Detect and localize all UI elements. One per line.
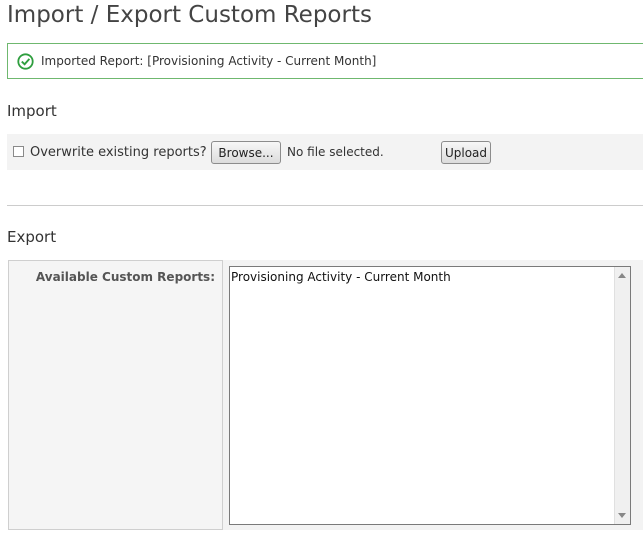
scroll-up-icon[interactable] bbox=[618, 273, 626, 278]
import-row: Overwrite existing reports? Browse... No… bbox=[7, 134, 643, 170]
available-reports-label: Available Custom Reports: bbox=[35, 270, 215, 284]
success-notice: Imported Report: [Provisioning Activity … bbox=[7, 43, 643, 79]
listbox-scrollbar[interactable] bbox=[614, 267, 630, 524]
export-field-cell: Provisioning Activity - Current Month bbox=[223, 260, 643, 530]
overwrite-checkbox[interactable] bbox=[13, 146, 24, 157]
success-message: Imported Report: [Provisioning Activity … bbox=[41, 54, 377, 68]
export-panel: Available Custom Reports: Provisioning A… bbox=[8, 260, 643, 530]
section-divider bbox=[7, 205, 643, 206]
overwrite-label[interactable]: Overwrite existing reports? bbox=[30, 145, 207, 160]
list-item[interactable]: Provisioning Activity - Current Month bbox=[231, 270, 451, 284]
export-label-cell: Available Custom Reports: bbox=[8, 260, 223, 530]
available-reports-listbox[interactable]: Provisioning Activity - Current Month bbox=[229, 266, 631, 525]
file-status: No file selected. bbox=[287, 145, 384, 159]
scroll-down-icon[interactable] bbox=[618, 513, 626, 518]
import-heading: Import bbox=[7, 102, 57, 120]
page-title: Import / Export Custom Reports bbox=[7, 2, 372, 28]
upload-button[interactable]: Upload bbox=[441, 141, 491, 164]
browse-button[interactable]: Browse... bbox=[211, 141, 281, 164]
export-heading: Export bbox=[7, 228, 57, 246]
check-circle-icon bbox=[17, 53, 34, 70]
